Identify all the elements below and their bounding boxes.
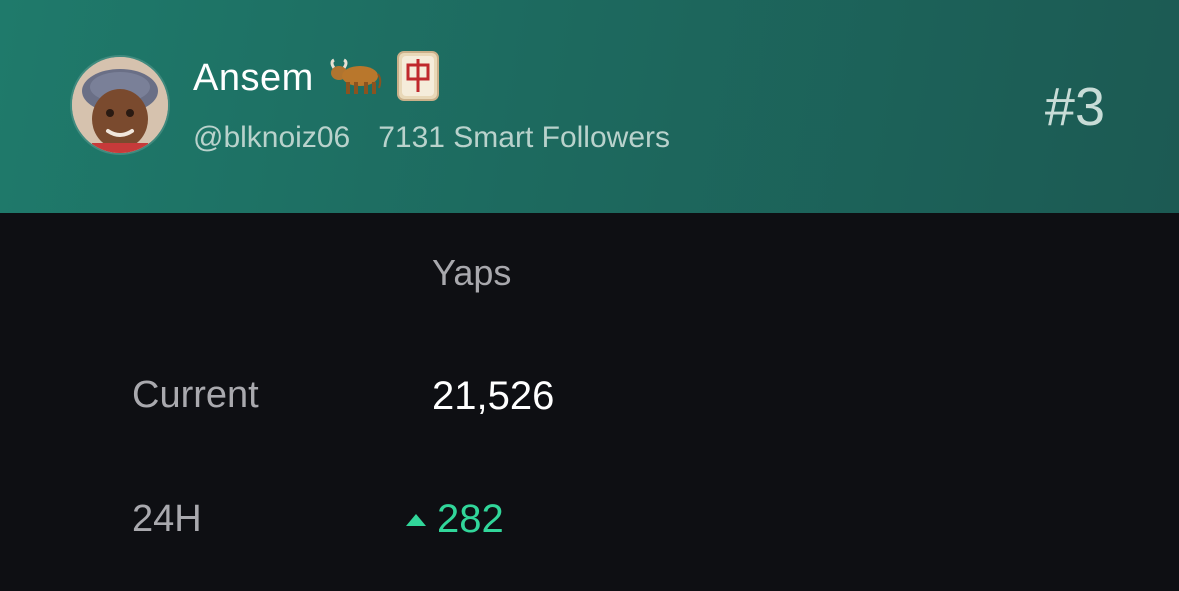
handle-row: @blknoiz06 7131 Smart Followers — [193, 121, 670, 155]
display-name[interactable]: Ansem — [193, 57, 314, 100]
user-handle[interactable]: @blknoiz06 — [193, 121, 350, 155]
avatar[interactable] — [72, 57, 168, 153]
yaps-column-header: Yaps — [432, 252, 512, 293]
profile-header: Ansem @blknoiz06 7131 Smart Followers #3 — [0, 0, 1179, 213]
current-label: Current — [132, 374, 259, 416]
smart-followers-count: 7131 Smart Followers — [378, 121, 671, 154]
mahjong-red-dragon-emoji — [396, 50, 440, 107]
24h-label: 24H — [132, 498, 202, 540]
name-row: Ansem — [193, 50, 440, 106]
rank-badge: #3 — [1044, 77, 1105, 137]
avatar-image — [72, 57, 168, 153]
24h-change: 282 — [405, 497, 504, 542]
current-value: 21,526 — [432, 374, 555, 418]
24h-value: 282 — [437, 497, 504, 541]
triangle-up-icon — [406, 513, 426, 526]
ox-emoji — [328, 56, 382, 101]
